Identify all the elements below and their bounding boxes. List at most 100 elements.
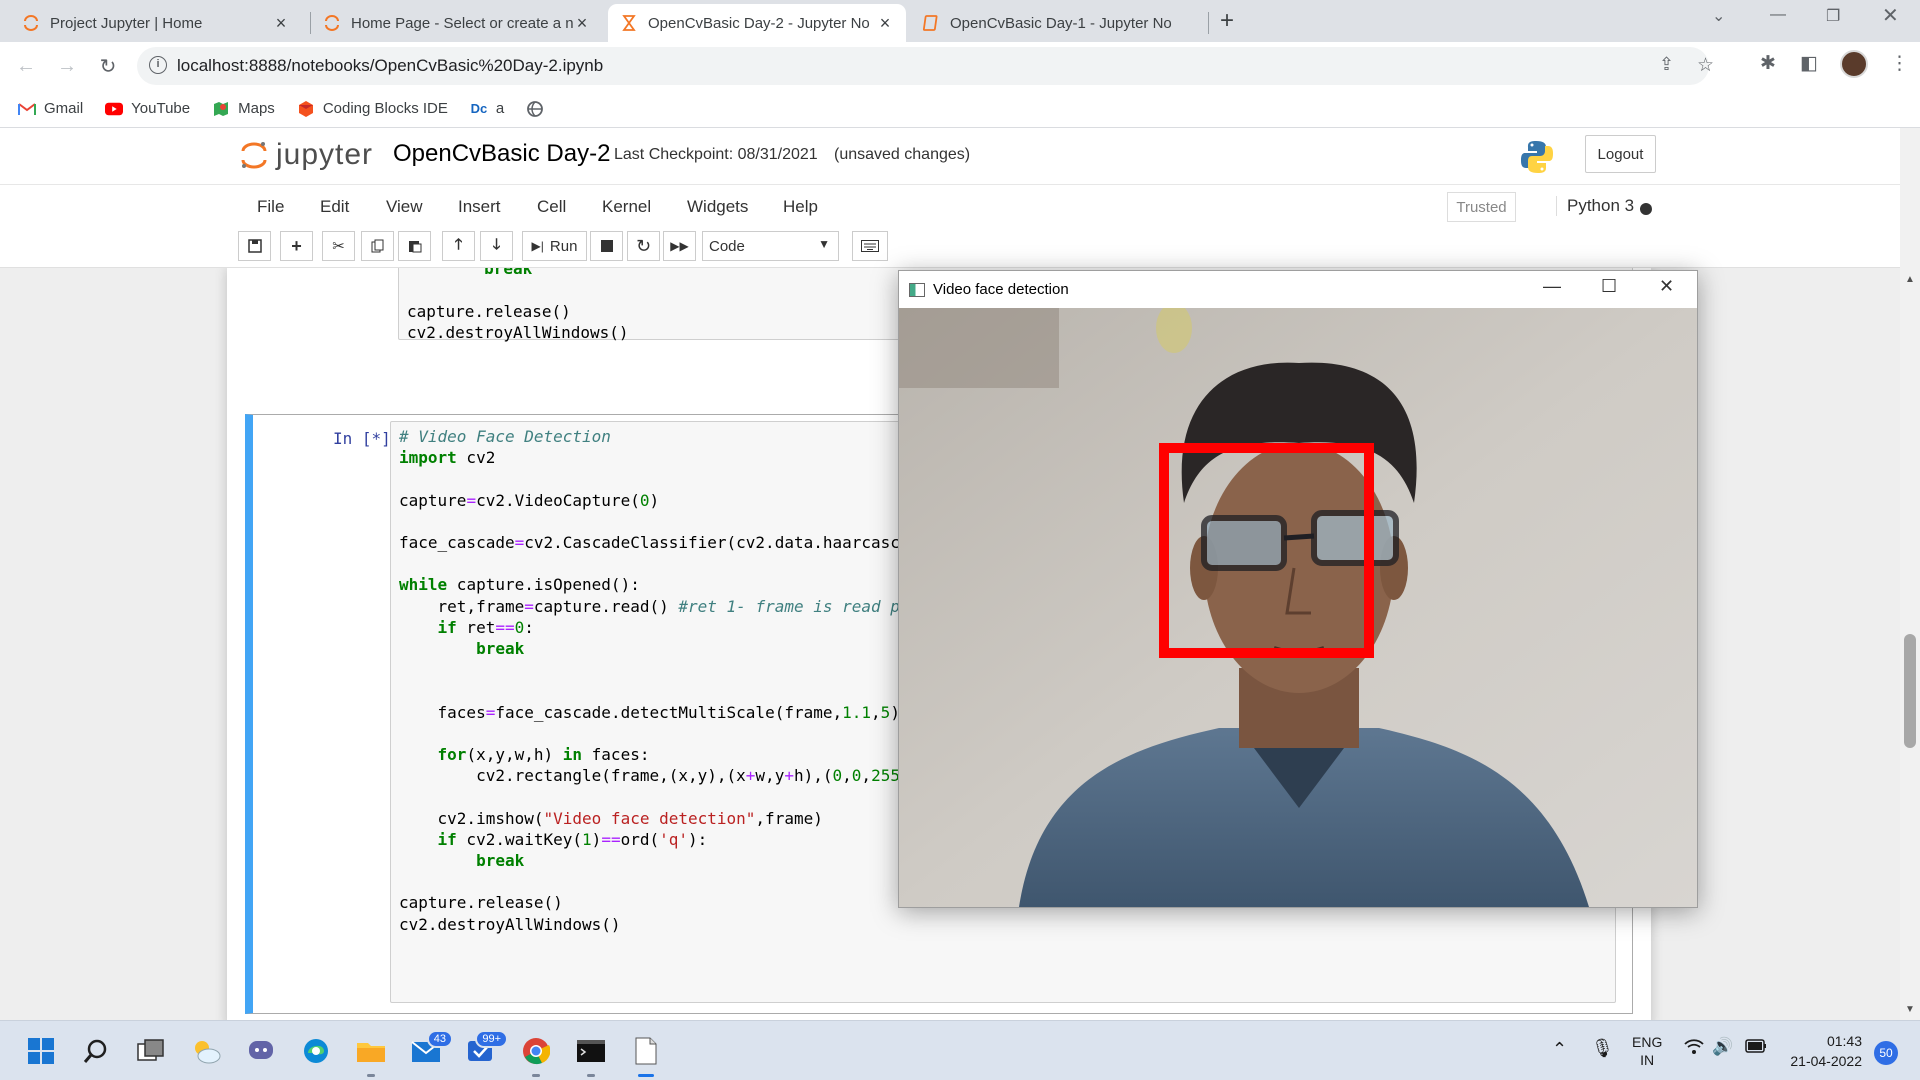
cell-type-select[interactable]: Code ▼ <box>702 231 839 261</box>
bookmarks-bar: Gmail YouTube Maps Coding Blocks IDE Dc … <box>0 90 1920 128</box>
paste-icon[interactable] <box>398 231 431 261</box>
tab-search-chevron-icon[interactable]: ⌄ <box>1712 6 1725 26</box>
jupyter-logo[interactable]: jupyter <box>240 138 373 172</box>
scissors-icon[interactable]: ✂ <box>322 231 355 261</box>
profile-avatar[interactable] <box>1840 50 1868 78</box>
jupyter-favicon-icon <box>22 14 40 32</box>
keyboard-icon[interactable] <box>852 231 888 261</box>
back-arrow-icon[interactable]: ← <box>10 50 42 82</box>
menu-edit[interactable]: Edit <box>320 197 349 217</box>
microphone-icon[interactable]: 🎙 <box>1591 1038 1614 1059</box>
notification-count-badge[interactable]: 50 <box>1874 1041 1898 1065</box>
windows-start-icon[interactable] <box>24 1034 58 1068</box>
volume-icon[interactable]: 🔊 <box>1712 1037 1733 1057</box>
globe-icon <box>526 100 544 117</box>
bookmark-gmail[interactable]: Gmail <box>18 100 83 117</box>
menu-widgets[interactable]: Widgets <box>687 197 748 217</box>
close-window-icon[interactable]: ✕ <box>1882 3 1899 28</box>
tab-separator <box>1208 12 1209 34</box>
chrome-menu-icon[interactable]: ⋮ <box>1890 52 1909 75</box>
menu-insert[interactable]: Insert <box>458 197 501 217</box>
share-icon[interactable]: ⇪ <box>1659 54 1674 75</box>
cv-maximize-icon[interactable]: ☐ <box>1601 276 1617 297</box>
notebook-title[interactable]: OpenCvBasic Day-2 <box>393 140 610 168</box>
wifi-icon[interactable] <box>1684 1039 1704 1060</box>
bookmark-maps[interactable]: Maps <box>212 100 275 117</box>
search-icon[interactable] <box>79 1034 113 1068</box>
run-button[interactable]: ▶| Run <box>522 231 587 261</box>
terminal-icon[interactable] <box>574 1034 608 1077</box>
running-indicator <box>367 1074 375 1077</box>
todo-icon[interactable]: 99+ <box>464 1030 508 1068</box>
menu-kernel[interactable]: Kernel <box>602 197 651 217</box>
browser-tab-active[interactable]: OpenCvBasic Day-2 - Jupyter No × <box>608 4 906 42</box>
forward-arrow-icon[interactable]: → <box>51 50 83 82</box>
language-indicator[interactable]: ENG IN <box>1632 1033 1662 1069</box>
address-bar[interactable]: i localhost:8888/notebooks/OpenCvBasic%2… <box>137 47 1714 85</box>
battery-icon[interactable] <box>1745 1039 1767 1056</box>
clock-time: 01:43 <box>1826 1033 1862 1049</box>
reload-icon[interactable]: ↻ <box>92 50 124 82</box>
hourglass-favicon-icon <box>620 14 638 32</box>
weather-widget-icon[interactable] <box>189 1034 223 1068</box>
scroll-up-arrow-icon[interactable]: ▲ <box>1905 274 1915 285</box>
system-clock[interactable]: 01:43 21-04-2022 <box>1780 1031 1862 1071</box>
tab-close-icon[interactable]: × <box>272 13 290 34</box>
mail-count-badge: 43 <box>426 1030 453 1048</box>
task-view-icon[interactable] <box>134 1034 168 1068</box>
scrollbar-thumb[interactable] <box>1904 634 1916 748</box>
arrow-up-icon[interactable]: 🡑 <box>442 231 475 261</box>
trusted-badge[interactable]: Trusted <box>1447 192 1516 222</box>
new-tab-button[interactable]: + <box>1220 7 1234 35</box>
tab-close-icon[interactable]: × <box>876 13 894 34</box>
menu-help[interactable]: Help <box>783 197 818 217</box>
autosave-status: (unsaved changes) <box>834 146 971 163</box>
notepad-icon[interactable] <box>629 1034 663 1077</box>
opencv-video-window[interactable]: Video face detection — ☐ ✕ <box>898 270 1698 908</box>
site-info-icon[interactable]: i <box>149 56 167 74</box>
tab-close-icon[interactable]: × <box>573 13 591 34</box>
bookmark-youtube[interactable]: YouTube <box>105 100 190 117</box>
opencv-window-titlebar[interactable]: Video face detection <box>899 271 1697 308</box>
copy-icon[interactable] <box>361 231 394 261</box>
kernel-busy-indicator <box>1640 203 1652 215</box>
browser-tab[interactable]: Project Jupyter | Home × <box>10 4 302 42</box>
stop-icon[interactable] <box>590 231 623 261</box>
clock-date: 21-04-2022 <box>1790 1053 1862 1069</box>
tray-chevron-up-icon[interactable]: ⌃ <box>1552 1039 1567 1060</box>
restart-icon[interactable]: ↻ <box>627 231 660 261</box>
arrow-down-icon[interactable]: 🡓 <box>480 231 513 261</box>
page-scrollbar[interactable]: ▲ ▼ <box>1900 128 1920 1020</box>
scroll-down-arrow-icon[interactable]: ▼ <box>1905 1004 1915 1015</box>
bookmark-a[interactable]: Dc a <box>470 100 505 117</box>
kernel-name[interactable]: Python 3 <box>1556 196 1634 216</box>
browser-tab[interactable]: Home Page - Select or create a n × <box>311 4 603 42</box>
bookmark-coding-blocks[interactable]: Coding Blocks IDE <box>297 100 448 117</box>
mail-icon[interactable]: 43 <box>409 1030 453 1068</box>
side-panel-icon[interactable]: ◧ <box>1800 52 1818 75</box>
menu-cell[interactable]: Cell <box>537 197 566 217</box>
file-explorer-icon[interactable] <box>354 1034 388 1077</box>
extensions-puzzle-icon[interactable]: ✱ <box>1760 52 1776 75</box>
plus-icon[interactable]: + <box>280 231 313 261</box>
fast-forward-icon[interactable]: ▶▶ <box>663 231 696 261</box>
logout-button[interactable]: Logout <box>1585 135 1656 173</box>
run-label: Run <box>549 237 578 255</box>
chrome-icon[interactable] <box>519 1034 553 1077</box>
save-icon[interactable] <box>238 231 271 261</box>
menu-file[interactable]: File <box>257 197 284 217</box>
bookmark-star-icon[interactable]: ☆ <box>1697 54 1714 77</box>
youtube-icon <box>105 102 124 116</box>
jupyter-favicon-icon <box>323 14 341 32</box>
restore-icon[interactable]: ❐ <box>1826 6 1840 26</box>
bookmark-globe[interactable] <box>526 100 552 117</box>
teams-chat-icon[interactable] <box>244 1034 278 1068</box>
menu-view[interactable]: View <box>386 197 423 217</box>
cv-minimize-icon[interactable]: — <box>1543 276 1561 297</box>
minimize-icon[interactable]: — <box>1770 6 1786 24</box>
browser-tab[interactable]: OpenCvBasic Day-1 - Jupyter No <box>910 4 1208 42</box>
edge-browser-icon[interactable] <box>299 1034 333 1068</box>
cv-close-icon[interactable]: ✕ <box>1659 276 1674 297</box>
bookmark-label: a <box>495 100 505 117</box>
region-code: IN <box>1640 1052 1655 1068</box>
